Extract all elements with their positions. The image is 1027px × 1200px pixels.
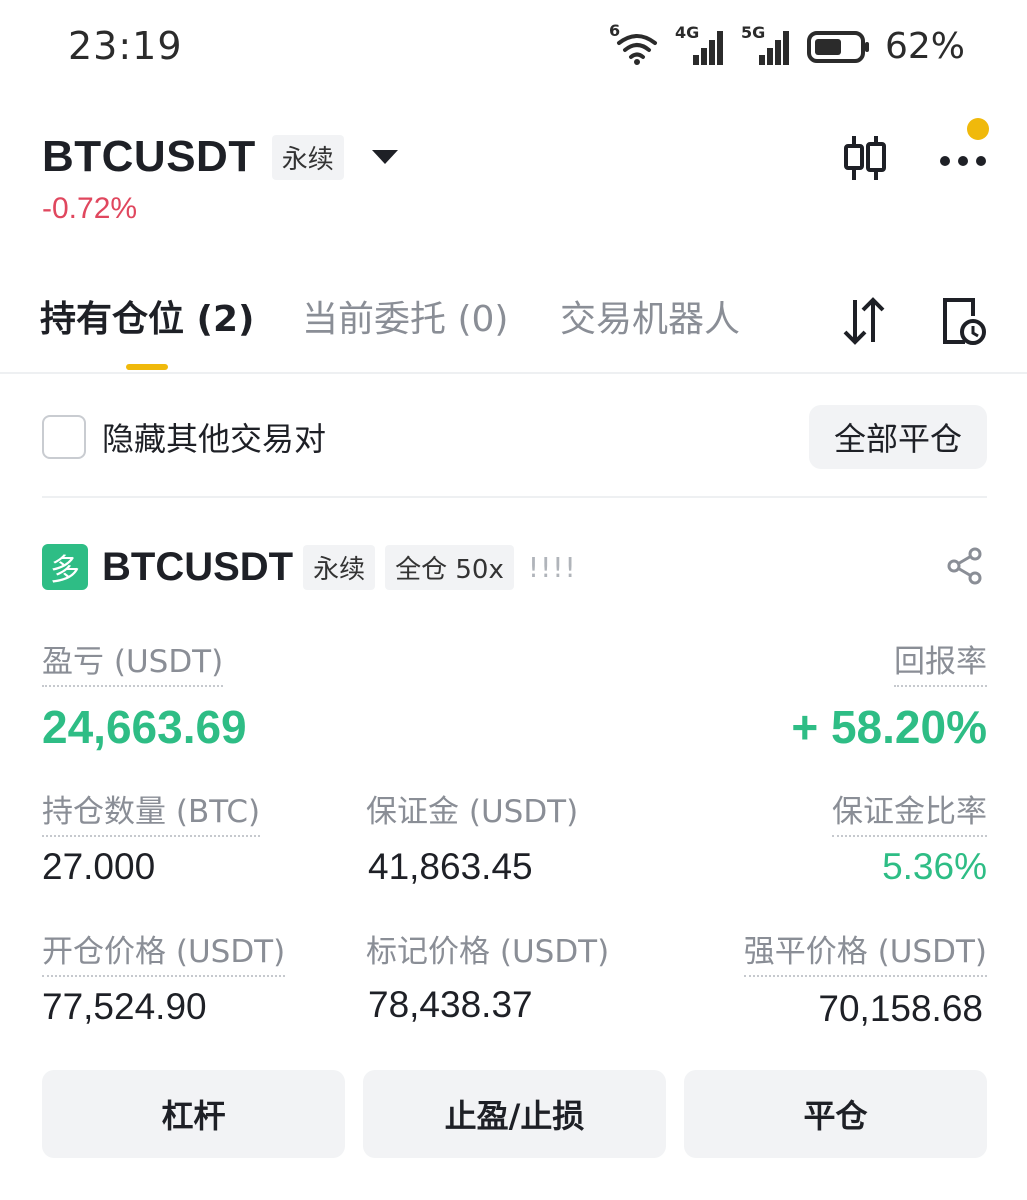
- signal-4g-icon: 4G: [675, 23, 727, 67]
- status-bar: 23:19 6 4G 5G 62%: [0, 0, 1027, 96]
- position-tabs: 持有仓位 (2) 当前委托 (0) 交易机器人: [40, 290, 987, 374]
- pair-symbol: BTCUSDT: [42, 132, 256, 181]
- roe-label[interactable]: 回报率: [894, 636, 987, 687]
- close-position-button[interactable]: 平仓: [684, 1070, 987, 1158]
- tabs-divider: [0, 372, 1027, 374]
- battery-percent: 62%: [884, 26, 965, 67]
- battery-icon: [806, 30, 871, 64]
- mark-price-label: 标记价格 (USDT): [366, 934, 610, 970]
- sort-icon[interactable]: [841, 296, 887, 346]
- entry-price-label[interactable]: 开仓价格 (USDT): [42, 926, 286, 977]
- history-document-icon[interactable]: [939, 294, 987, 348]
- tab-open-orders[interactable]: 当前委托 (0): [302, 290, 508, 342]
- contract-type-tag: 永续: [271, 134, 344, 180]
- tab-icons: [841, 294, 987, 348]
- margin-ratio-label[interactable]: 保证金比率: [832, 786, 987, 837]
- position-symbol: BTCUSDT: [102, 544, 294, 589]
- margin-ratio-value: 5.36%: [882, 846, 987, 887]
- tab-trading-bots[interactable]: 交易机器人: [560, 290, 740, 342]
- caret-down-icon[interactable]: [371, 150, 398, 164]
- status-time: 23:19: [68, 24, 183, 68]
- candlestick-chart-icon[interactable]: [843, 132, 887, 184]
- wifi-badge: 6: [608, 20, 621, 40]
- position-card: 多 BTCUSDT 永续 全仓 50x !!!! 盈亏 (USDT) 回报率 2…: [42, 540, 987, 1170]
- entry-price-value: 77,524.90: [42, 986, 207, 1027]
- signal-5g-icon: 5G: [741, 23, 793, 67]
- active-tab-indicator: [126, 364, 168, 370]
- position-size-value: 27.000: [42, 846, 156, 887]
- price-change: -0.72%: [42, 192, 138, 225]
- more-dots-icon: [939, 152, 987, 166]
- share-icon[interactable]: [945, 546, 985, 586]
- pnl-label[interactable]: 盈亏 (USDT): [42, 636, 224, 687]
- position-size-label[interactable]: 持仓数量 (BTC): [42, 786, 261, 837]
- tab-positions[interactable]: 持有仓位 (2): [40, 290, 255, 342]
- header-actions: [843, 118, 989, 184]
- hide-other-pairs-toggle[interactable]: 隐藏其他交易对: [42, 414, 326, 460]
- leverage-button[interactable]: 杠杆: [42, 1070, 345, 1158]
- long-side-badge: 多: [42, 544, 88, 590]
- status-icons: 6 4G 5G 62%: [609, 21, 965, 68]
- pair-header: BTCUSDT 永续 -0.72%: [42, 118, 989, 232]
- section-divider: [42, 496, 987, 498]
- liquidation-price-label[interactable]: 强平价格 (USDT): [743, 926, 987, 977]
- liquidation-price-value: 70,158.68: [818, 988, 983, 1029]
- position-contract-tag: 永续: [303, 544, 376, 590]
- hide-other-pairs-label: 隐藏其他交易对: [102, 420, 327, 458]
- position-actions: 杠杆 止盈/止损 平仓: [42, 1070, 987, 1158]
- position-header: 多 BTCUSDT 永续 全仓 50x !!!!: [42, 540, 987, 594]
- hide-other-pairs-checkbox[interactable]: [42, 415, 86, 459]
- risk-level-indicator: !!!!: [527, 550, 577, 584]
- pnl-value: 24,663.69: [42, 701, 247, 753]
- roe-value: + 58.20%: [791, 701, 987, 753]
- more-menu[interactable]: [939, 118, 989, 184]
- filter-row: 隐藏其他交易对 全部平仓: [42, 404, 987, 470]
- tp-sl-button[interactable]: 止盈/止损: [363, 1070, 666, 1158]
- mark-price-value: 78,438.37: [368, 984, 533, 1025]
- notification-dot: [967, 118, 989, 140]
- wifi-icon: 6: [609, 21, 661, 67]
- margin-value: 41,863.45: [368, 846, 533, 887]
- margin-mode-tag[interactable]: 全仓 50x: [385, 544, 514, 590]
- close-all-button[interactable]: 全部平仓: [809, 405, 987, 469]
- margin-label: 保证金 (USDT): [366, 794, 579, 830]
